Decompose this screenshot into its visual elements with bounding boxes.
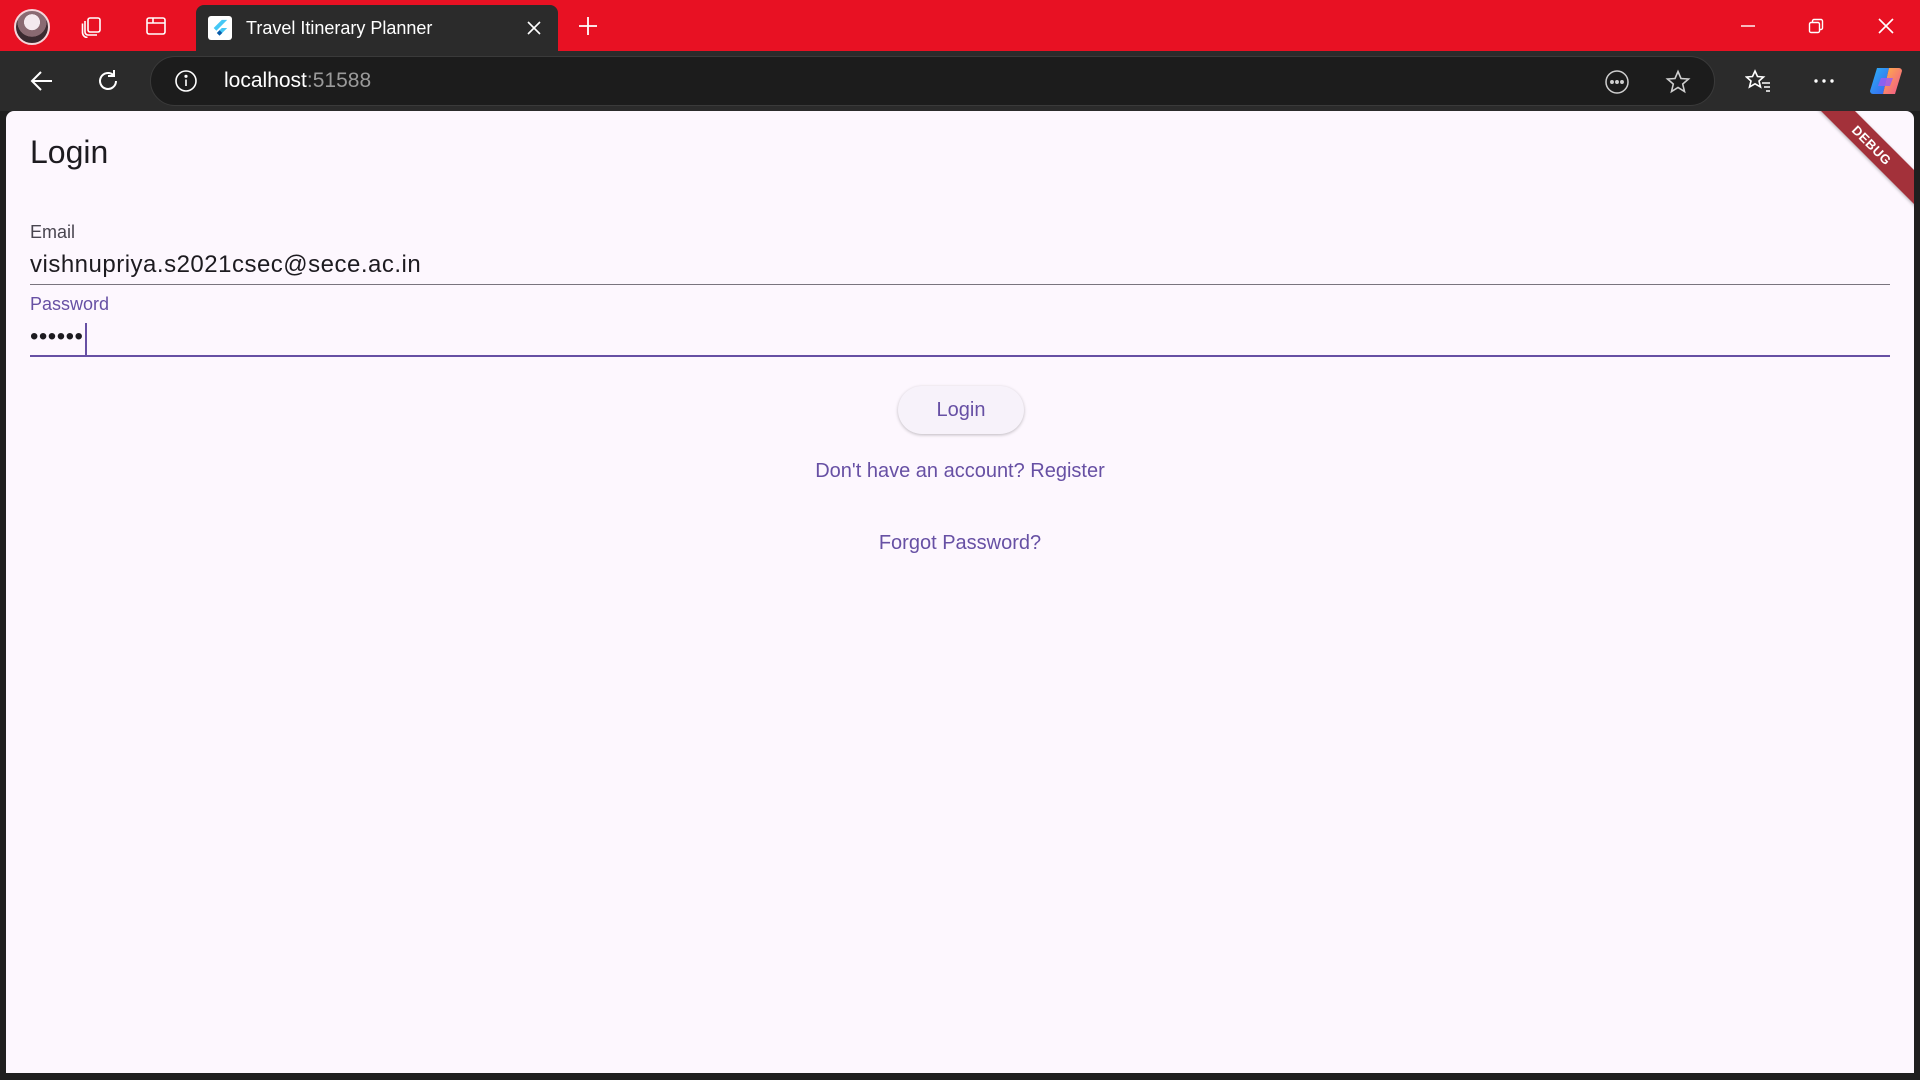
browser-titlebar: Travel Itinerary Planner xyxy=(0,0,1920,51)
favorites-icon[interactable] xyxy=(1736,59,1780,103)
reader-options-icon[interactable] xyxy=(1603,68,1631,96)
url-port: :51588 xyxy=(306,69,372,92)
forgot-password-link[interactable]: Forgot Password? xyxy=(6,532,1914,555)
password-input[interactable]: •••••• xyxy=(30,323,1890,357)
back-icon[interactable] xyxy=(20,59,64,103)
new-tab-icon[interactable] xyxy=(568,8,608,44)
more-options-icon[interactable] xyxy=(1802,59,1846,103)
email-input[interactable]: vishnupriya.s2021csec@sece.ac.in xyxy=(30,251,1890,285)
debug-banner: DEBUG xyxy=(1806,111,1914,211)
reload-icon[interactable] xyxy=(86,59,130,103)
close-tab-icon[interactable] xyxy=(520,14,548,42)
restore-icon[interactable] xyxy=(1786,0,1846,51)
browser-toolbar: localhost:51588 xyxy=(0,51,1920,111)
profile-avatar[interactable] xyxy=(14,9,50,45)
site-info-icon[interactable] xyxy=(173,68,199,94)
password-value: •••••• xyxy=(30,323,84,350)
close-window-icon[interactable] xyxy=(1856,0,1916,51)
password-label: Password xyxy=(30,294,110,314)
flutter-icon xyxy=(208,16,232,40)
minimize-icon[interactable] xyxy=(1718,0,1778,51)
password-field[interactable]: Password •••••• xyxy=(30,294,1890,357)
page-title: Login xyxy=(30,134,109,170)
login-button[interactable]: Login xyxy=(898,386,1024,434)
url-text[interactable]: localhost:51588 xyxy=(224,69,371,93)
workspaces-icon[interactable] xyxy=(62,0,122,51)
register-link[interactable]: Don't have an account? Register xyxy=(6,460,1914,483)
tab-title: Travel Itinerary Planner xyxy=(246,18,433,38)
favorite-star-icon[interactable] xyxy=(1664,68,1692,96)
tab-active[interactable]: Travel Itinerary Planner xyxy=(196,5,558,51)
email-label: Email xyxy=(30,222,76,242)
email-field[interactable]: Email vishnupriya.s2021csec@sece.ac.in xyxy=(30,222,1890,285)
text-caret xyxy=(85,323,88,355)
tab-actions-icon[interactable] xyxy=(126,0,186,51)
copilot-icon[interactable] xyxy=(1864,59,1908,103)
page-viewport: DEBUG Login Email vishnupriya.s2021csec@… xyxy=(6,111,1914,1073)
address-bar[interactable]: localhost:51588 xyxy=(150,56,1715,106)
url-host: localhost xyxy=(224,69,307,92)
